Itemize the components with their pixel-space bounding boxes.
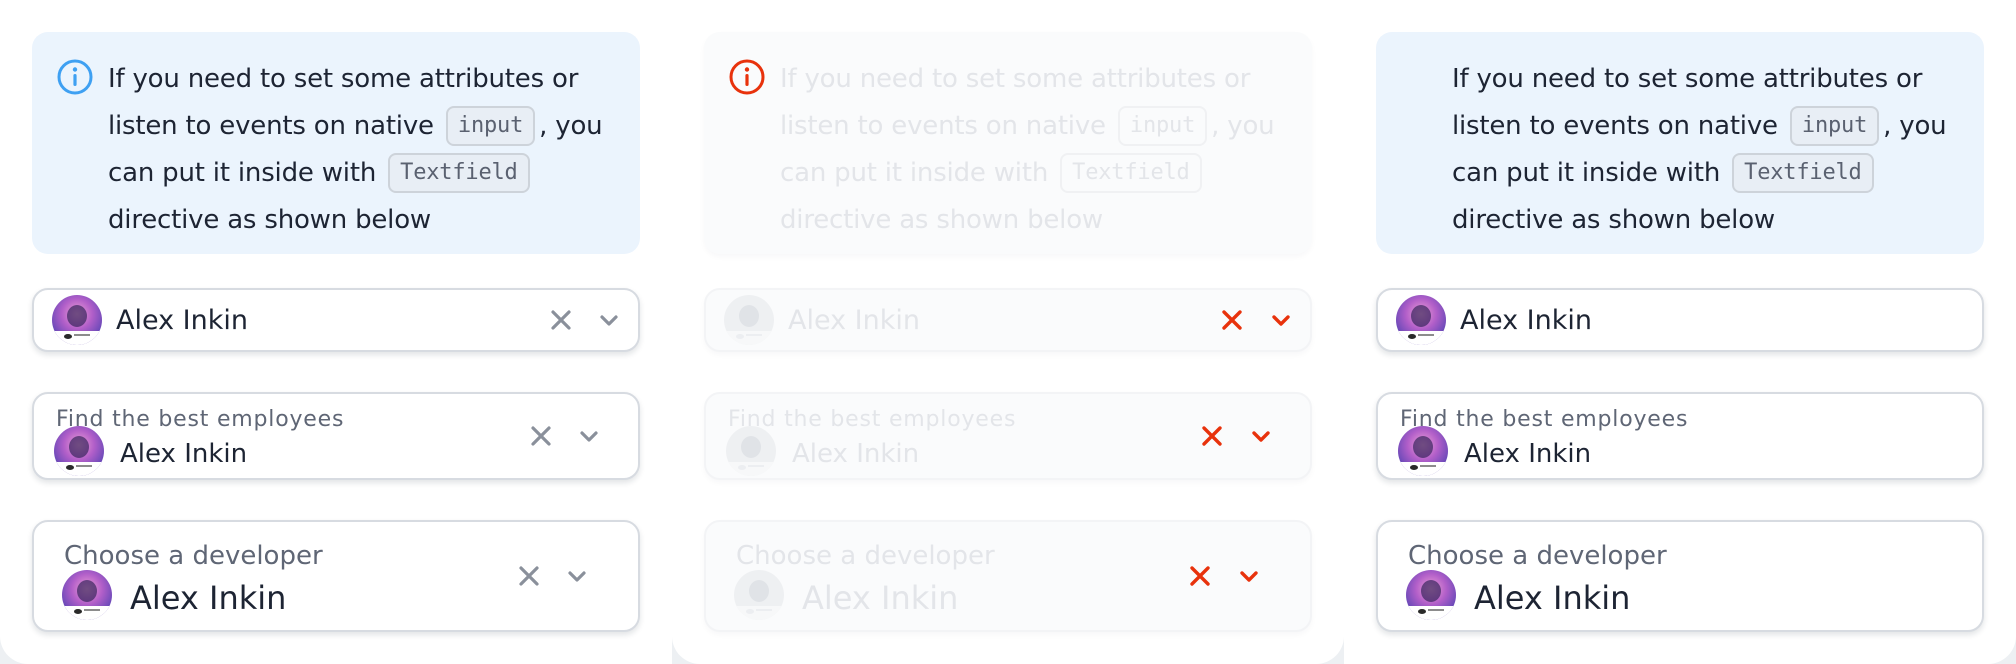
chevron-down-icon [1252, 431, 1270, 442]
chevron-down-icon [600, 315, 618, 326]
avatar [724, 295, 774, 345]
notice-line-2-start: listen to events on native [1452, 111, 1778, 141]
notice-line-2-start: listen to events on native [780, 111, 1106, 141]
notice-line-3-start: can put it inside with [780, 158, 1049, 188]
notice-line-2-end: , you [1883, 111, 1947, 141]
info-notice: If you need to set some attributes or li… [32, 32, 640, 254]
combobox-large-disabled: Choose a developer Alex Inkin [704, 520, 1312, 632]
notice-line-4: directive as shown below [108, 205, 431, 235]
notice-text: If you need to set some attributes or li… [1452, 56, 1964, 244]
combobox-small-readonly[interactable]: Alex Inkin [1376, 288, 1984, 352]
combobox-medium-readonly[interactable]: Find the best employees Alex Inkin [1376, 392, 1984, 480]
clear-button [1218, 305, 1246, 335]
code-chip-textfield: Textfield [388, 153, 530, 193]
avatar [52, 295, 102, 345]
column-disabled: If you need to set some attributes or li… [672, 0, 1344, 664]
expand-button [1234, 561, 1264, 591]
notice-text: If you need to set some attributes or li… [108, 56, 620, 244]
notice-line-1: If you need to set some attributes or [780, 64, 1251, 94]
expand-button[interactable] [594, 305, 624, 335]
notice-line-1: If you need to set some attributes or [1452, 64, 1923, 94]
expand-button[interactable] [574, 421, 604, 451]
clear-button[interactable] [514, 561, 544, 591]
code-chip-input: input [1117, 106, 1208, 146]
combobox-small[interactable]: Alex Inkin [32, 288, 640, 352]
notice-line-2-end: , you [539, 111, 603, 141]
notice-line-3-start: can put it inside with [1452, 158, 1721, 188]
clear-button [1198, 421, 1226, 451]
field-label: Find the best employees [56, 407, 345, 432]
close-icon [531, 426, 551, 446]
avatar [1396, 295, 1446, 345]
close-icon [1190, 566, 1210, 586]
examples-stage: If you need to set some attributes or li… [0, 0, 2016, 664]
chevron-down-icon [1272, 315, 1290, 326]
chevron-down-icon [1240, 571, 1258, 582]
field-label: Choose a developer [64, 541, 323, 571]
info-notice: If you need to set some attributes or li… [704, 32, 1312, 254]
field-label: Find the best employees [728, 407, 1017, 432]
expand-button [1266, 305, 1296, 335]
combobox-small-disabled: Alex Inkin [704, 288, 1312, 352]
field-label: Find the best employees [1400, 407, 1689, 432]
clear-button[interactable] [526, 421, 556, 451]
notice-line-3-start: can put it inside with [108, 158, 377, 188]
selected-value: Alex Inkin [788, 305, 920, 336]
selected-value: Alex Inkin [130, 579, 287, 617]
close-icon [551, 310, 571, 330]
chevron-down-icon [580, 431, 598, 442]
selected-value: Alex Inkin [1474, 579, 1631, 617]
combobox-medium[interactable]: Find the best employees Alex Inkin [32, 392, 640, 480]
close-icon [1202, 426, 1222, 446]
chevron-down-icon [568, 571, 586, 582]
avatar [1398, 426, 1448, 476]
expand-button [1246, 421, 1276, 451]
close-icon [519, 566, 539, 586]
notice-line-2-start: listen to events on native [108, 111, 434, 141]
notice-text: If you need to set some attributes or li… [780, 56, 1292, 244]
avatar [1406, 570, 1456, 620]
field-label: Choose a developer [736, 541, 995, 571]
info-notice: If you need to set some attributes or li… [1376, 32, 1984, 254]
notice-line-4: directive as shown below [780, 205, 1103, 235]
selected-value: Alex Inkin [1460, 305, 1592, 336]
code-chip-input: input [445, 106, 536, 146]
notice-line-2-end: , you [1211, 111, 1275, 141]
combobox-large[interactable]: Choose a developer Alex Inkin [32, 520, 640, 632]
avatar [726, 426, 776, 476]
selected-value: Alex Inkin [802, 579, 959, 617]
selected-value: Alex Inkin [120, 439, 248, 469]
notice-line-4: directive as shown below [1452, 205, 1775, 235]
code-chip-textfield: Textfield [1732, 153, 1874, 193]
combobox-large-readonly[interactable]: Choose a developer Alex Inkin [1376, 520, 1984, 632]
avatar [734, 570, 784, 620]
notice-line-1: If you need to set some attributes or [108, 64, 579, 94]
column-readonly: If you need to set some attributes or li… [1344, 0, 2016, 664]
column-default: If you need to set some attributes or li… [0, 0, 672, 664]
expand-button[interactable] [562, 561, 592, 591]
close-icon [1222, 310, 1242, 330]
avatar [54, 426, 104, 476]
clear-button [1186, 561, 1214, 591]
code-chip-input: input [1789, 106, 1880, 146]
info-icon [57, 59, 93, 95]
selected-value: Alex Inkin [1464, 439, 1592, 469]
clear-button[interactable] [546, 305, 576, 335]
avatar [62, 570, 112, 620]
field-label: Choose a developer [1408, 541, 1667, 571]
code-chip-textfield: Textfield [1060, 153, 1202, 193]
selected-value: Alex Inkin [792, 439, 920, 469]
info-icon [729, 59, 765, 95]
combobox-medium-disabled: Find the best employees Alex Inkin [704, 392, 1312, 480]
selected-value: Alex Inkin [116, 305, 248, 336]
